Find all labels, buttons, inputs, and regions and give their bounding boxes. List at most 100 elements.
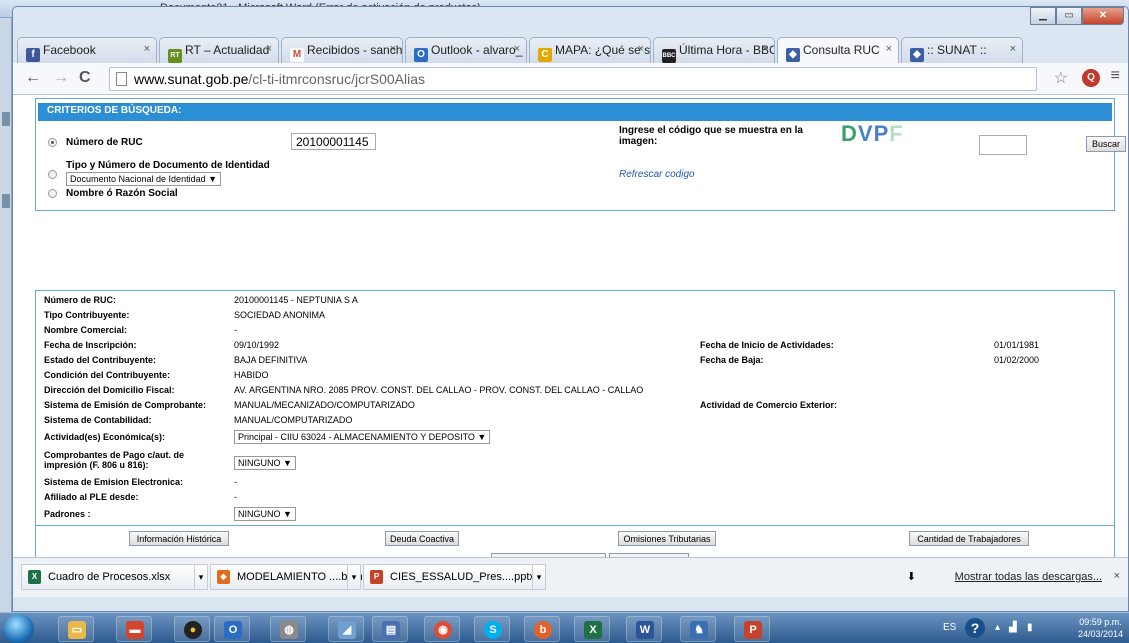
app-icon: ▬	[126, 621, 144, 639]
folder-icon: ▭	[68, 621, 86, 639]
result-panel: Número de RUC: 20100001145 - NEPTUNIA S A…	[35, 290, 1115, 557]
download-options-icon[interactable]: ▾	[347, 564, 361, 590]
download-item[interactable]: ◈ MODELAMIENTO ....bpm	[210, 564, 363, 590]
radio-name[interactable]	[48, 189, 57, 198]
taskbar-vm[interactable]: ◍	[270, 616, 306, 642]
omisiones-tributarias-button[interactable]: Omisiones Tributarias	[618, 531, 716, 546]
document-type-select[interactable]: Documento Nacional de Identidad ▼	[66, 172, 222, 186]
taskbar-app2[interactable]: ◢	[328, 616, 364, 642]
powerpoint-icon: P	[744, 621, 762, 639]
actividad-select[interactable]: Principal - CIIU 63024 - ALMACENAMIENTO …	[234, 430, 491, 444]
tab-facebook[interactable]: f Facebook ×	[17, 37, 157, 63]
radio-ruc[interactable]	[48, 138, 57, 147]
powerpoint-file-icon: P	[370, 570, 383, 584]
close-tab-icon[interactable]: ×	[266, 43, 272, 55]
taskbar-app5[interactable]: ♞	[680, 616, 716, 642]
tab-label: Facebook	[43, 43, 96, 57]
taskbar-excel[interactable]: X	[574, 616, 610, 642]
tab-outlook[interactable]: O Outlook - alvaro_ ×	[405, 37, 527, 63]
outlook-icon: O	[224, 621, 242, 639]
url-path: /cl-ti-itmrconsruc/jcrS00Alias	[248, 71, 425, 87]
row-estado: Estado del Contribuyente: BAJA DEFINITIVA…	[44, 355, 1040, 365]
padrones-select[interactable]: NINGUNO ▼	[234, 507, 296, 521]
background-window-edge	[0, 18, 12, 618]
row-emision: Sistema de Emisión de Comprobante: MANUAL…	[44, 400, 838, 410]
tab-label: Outlook - alvaro_	[431, 43, 523, 57]
taskbar-skype[interactable]: S	[474, 616, 510, 642]
taskbar-word[interactable]: W	[626, 616, 662, 642]
bookmark-star-icon[interactable]: ☆	[1054, 68, 1068, 88]
sunat-icon: ◆	[910, 48, 924, 62]
buscar-button[interactable]: Buscar	[1086, 136, 1126, 152]
tab-label: Consulta RUC	[803, 43, 880, 57]
tab-consulta-ruc[interactable]: ◆ Consulta RUC ×	[777, 37, 899, 63]
close-tab-icon[interactable]: ×	[514, 43, 520, 55]
ruc-input[interactable]: 20100001145	[291, 133, 376, 150]
gmail-icon: M	[290, 48, 304, 62]
downloads-bar: X Cuadro de Procesos.xlsx ▾ ◈ MODELAMIENTO…	[13, 557, 1128, 597]
facebook-icon: f	[26, 48, 40, 62]
help-icon[interactable]: ?	[965, 618, 985, 638]
battery-icon[interactable]: ▮	[1027, 622, 1033, 633]
tray-arrow-icon[interactable]: ▴	[995, 622, 1000, 633]
extension-icon[interactable]: Q	[1082, 69, 1100, 87]
close-button[interactable]: ✕	[1082, 7, 1124, 25]
rt-icon: RT	[168, 49, 182, 63]
taskbar-explorer[interactable]: ▭	[58, 616, 94, 642]
cantidad-trabajadores-button[interactable]: Cantidad de Trabajadores	[909, 531, 1029, 546]
back-icon[interactable]: ←	[25, 69, 41, 87]
close-tab-icon[interactable]: ×	[762, 43, 768, 55]
download-item[interactable]: P CIES_ESSALUD_Pres....pptx	[363, 564, 535, 590]
tab-sunat[interactable]: ◆:: SUNAT :: ×	[901, 37, 1023, 63]
close-tab-icon[interactable]: ×	[144, 43, 150, 55]
search-criteria-panel: CRITERIOS DE BÚSQUEDA: Número de RUC 201…	[35, 98, 1126, 211]
download-arrow-icon: ⬇	[906, 571, 916, 583]
label-document: Tipo y Número de Documento de Identidad	[66, 160, 270, 171]
tab-label: RT – Actualidad	[185, 43, 270, 57]
tab-rt[interactable]: RT RT – Actualidad ×	[159, 37, 279, 63]
taskbar-powerpoint[interactable]: P	[734, 616, 770, 642]
tab-label: :: SUNAT ::	[927, 43, 987, 57]
close-tab-icon[interactable]: ×	[886, 43, 892, 55]
radio-document[interactable]	[48, 170, 57, 179]
start-button[interactable]	[4, 614, 34, 643]
comprobantes-select[interactable]: NINGUNO ▼	[234, 456, 296, 470]
taskbar-app4[interactable]: b	[524, 616, 560, 642]
close-tab-icon[interactable]: ×	[638, 43, 644, 55]
reload-icon[interactable]: C	[79, 69, 91, 87]
taskbar-media[interactable]: ●	[174, 616, 210, 642]
maximize-button[interactable]: ▭	[1056, 7, 1082, 25]
clock[interactable]: 09:59 p.m. 24/03/2014	[1078, 616, 1123, 640]
download-item[interactable]: X Cuadro de Procesos.xlsx	[21, 564, 195, 590]
row-ruc: Número de RUC: 20100001145 - NEPTUNIA S A	[44, 295, 358, 305]
row-direccion: Dirección del Domicilio Fiscal: AV. ARGEN…	[44, 385, 644, 395]
captcha-input[interactable]	[979, 135, 1027, 155]
refresh-code-link[interactable]: Refrescar codigo	[619, 169, 695, 180]
document-type-value: Documento Nacional de Identidad	[70, 174, 206, 184]
taskbar-app3[interactable]: ▤	[372, 616, 408, 642]
forward-icon[interactable]: →	[53, 69, 69, 87]
taskbar-chrome[interactable]: ◉	[424, 616, 460, 642]
download-options-icon[interactable]: ▾	[194, 564, 208, 590]
close-downloads-icon[interactable]: ×	[1114, 570, 1120, 582]
taskbar-outlook[interactable]: O	[214, 616, 250, 642]
tab-mapa[interactable]: C MAPA: ¿Qué se sa ×	[529, 37, 651, 63]
menu-icon[interactable]: ≡	[1111, 67, 1120, 85]
app-icon: ◢	[338, 621, 356, 639]
close-tab-icon[interactable]: ×	[1010, 43, 1016, 55]
deuda-coactiva-button[interactable]: Deuda Coactiva	[385, 531, 459, 546]
tab-gmail[interactable]: M Recibidos - sanch ×	[281, 37, 403, 63]
taskbar-app[interactable]: ▬	[116, 616, 152, 642]
download-options-icon[interactable]: ▾	[532, 564, 546, 590]
row-condicion: Condición del Contribuyente: HABIDO	[44, 370, 269, 380]
close-tab-icon[interactable]: ×	[390, 43, 396, 55]
show-all-downloads-link[interactable]: Mostrar todas las descargas...	[955, 571, 1102, 583]
window-controls: ▁ ▭ ✕	[1030, 7, 1124, 25]
address-bar[interactable]: www.sunat.gob.pe/cl-ti-itmrconsruc/jcrS0…	[109, 67, 1037, 91]
language-indicator[interactable]: ES	[943, 622, 956, 633]
row-nombre: Nombre Comercial: -	[44, 325, 237, 335]
tab-bbc[interactable]: BBC Última Hora - BBC ×	[653, 37, 775, 63]
minimize-button[interactable]: ▁	[1030, 7, 1056, 25]
network-icon[interactable]: ▟	[1009, 622, 1017, 633]
informacion-historica-button[interactable]: Información Histórica	[129, 531, 229, 546]
